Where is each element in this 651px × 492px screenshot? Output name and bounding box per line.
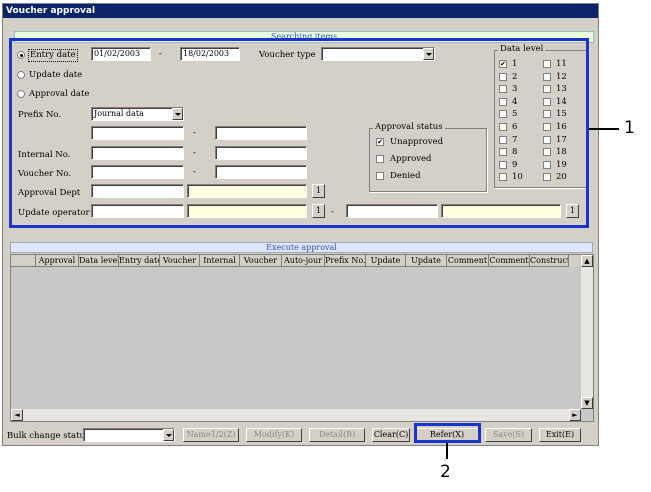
save-button[interactable]: Save(S) [485, 428, 532, 442]
bottom-button-bar: Name1/2(Z) Modify(K) Detail(B) Clear(C) Refe… [183, 427, 583, 443]
grid-column-header[interactable]: Update [406, 255, 447, 267]
scroll-right-icon[interactable]: ► [569, 409, 581, 421]
detail-button[interactable]: Detail(B) [309, 428, 365, 442]
execute-approval-band: Execute approval [10, 242, 593, 253]
grid-column-header[interactable]: Prefix No. [325, 255, 366, 267]
grid-column-header[interactable]: Internal [200, 255, 240, 267]
grid-column-header[interactable]: Constructi [530, 255, 569, 267]
scroll-down-icon[interactable]: ▼ [581, 397, 593, 409]
approval-grid[interactable]: Approval Data level Entry date Voucher Inter… [10, 254, 594, 422]
grid-column-header[interactable]: Voucher [160, 255, 200, 267]
modify-button[interactable]: Modify(K) [246, 428, 302, 442]
callout-1-leader [589, 128, 619, 130]
clear-button[interactable]: Clear(C) [372, 428, 410, 442]
grid-corner [11, 255, 36, 267]
callout-2-number: 2 [440, 462, 451, 482]
grid-column-header[interactable]: Entry date [119, 255, 160, 267]
window-title: Voucher approval [3, 4, 598, 18]
grid-columns: Approval Data level Entry date Voucher Inter… [36, 255, 579, 267]
scroll-left-icon[interactable]: ◄ [11, 409, 23, 421]
bulk-change-label: Bulk change status [7, 431, 90, 441]
grid-column-header[interactable]: Comment [489, 255, 530, 267]
callout-2-highlight [414, 423, 481, 443]
grid-column-header[interactable]: Comment [447, 255, 489, 267]
callout-1-number: 1 [624, 118, 635, 138]
scroll-up-icon[interactable]: ▲ [581, 255, 593, 267]
grid-column-header[interactable]: Voucher [240, 255, 282, 267]
grid-header: Approval Data level Entry date Voucher Inter… [11, 255, 579, 267]
bulk-change-select[interactable] [83, 428, 175, 442]
name12-button[interactable]: Name1/2(Z) [183, 428, 239, 442]
grid-column-header[interactable]: Approval [36, 255, 79, 267]
exit-button[interactable]: Exit(E) [539, 428, 581, 442]
chevron-down-icon[interactable] [163, 429, 174, 441]
callout-1-highlight [9, 38, 589, 228]
grid-column-header[interactable]: Update [366, 255, 406, 267]
vertical-scrollbar[interactable]: ▲ ▼ [581, 255, 593, 409]
grid-column-header[interactable]: Data level [79, 255, 119, 267]
horizontal-scrollbar[interactable]: ◄ ► [11, 409, 581, 421]
callout-2-leader [446, 443, 448, 459]
grid-column-header[interactable]: Auto-jour [282, 255, 325, 267]
